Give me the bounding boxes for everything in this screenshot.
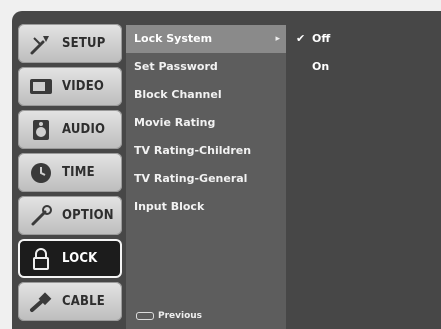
lock-padlock-icon — [28, 246, 54, 272]
submenu-item-label: Lock System — [134, 32, 213, 45]
tab-rail: SETUP VIDEO AUDIO TIME OPTION LOCK CABLE — [18, 24, 122, 325]
submenu-item-label: Movie Rating — [134, 116, 216, 129]
tab-setup[interactable]: SETUP — [18, 24, 122, 63]
submenu-item-label: TV Rating-General — [134, 172, 248, 185]
tab-label: CABLE — [62, 294, 105, 309]
submenu-item-lock-system[interactable]: Lock System ▸ — [126, 25, 286, 53]
tab-lock[interactable]: LOCK — [18, 239, 122, 278]
menu-panel: SETUP VIDEO AUDIO TIME OPTION LOCK CABLE… — [12, 11, 441, 329]
tab-option[interactable]: OPTION — [18, 196, 122, 235]
video-tv-icon — [28, 74, 54, 100]
option-tool-icon — [28, 203, 54, 229]
tab-cable[interactable]: CABLE — [18, 282, 122, 321]
lock-submenu: Lock System ▸ Set Password Block Channel… — [126, 25, 286, 329]
time-clock-icon — [28, 160, 54, 186]
arrow-right-icon: ▸ — [275, 34, 280, 44]
options-list: ✔ Off On — [288, 25, 441, 329]
submenu-item-label: Block Channel — [134, 88, 222, 101]
tab-label: TIME — [62, 165, 95, 180]
submenu-item-label: Input Block — [134, 200, 205, 213]
submenu-item-set-password[interactable]: Set Password — [126, 53, 286, 81]
option-off[interactable]: ✔ Off — [288, 25, 441, 53]
tab-label: OPTION — [62, 208, 114, 223]
tab-label: LOCK — [62, 251, 98, 266]
tab-time[interactable]: TIME — [18, 153, 122, 192]
previous-label: Previous — [158, 311, 203, 321]
submenu-item-input-block[interactable]: Input Block — [126, 193, 286, 221]
audio-speaker-icon — [28, 117, 54, 143]
tv-menu-screen: SETUP VIDEO AUDIO TIME OPTION LOCK CABLE… — [0, 0, 441, 329]
tab-audio[interactable]: AUDIO — [18, 110, 122, 149]
option-label: On — [312, 60, 330, 73]
tab-video[interactable]: VIDEO — [18, 67, 122, 106]
cable-icon — [28, 289, 54, 315]
setup-wrench-icon — [28, 31, 54, 57]
tab-label: SETUP — [62, 36, 106, 51]
submenu-item-tv-rating-children[interactable]: TV Rating-Children — [126, 137, 286, 165]
option-label: Off — [312, 32, 331, 45]
submenu-item-label: TV Rating-Children — [134, 144, 252, 157]
checkmark-icon: ✔ — [296, 32, 306, 45]
submenu-item-tv-rating-general[interactable]: TV Rating-General — [126, 165, 286, 193]
menu-button-icon — [136, 312, 154, 320]
submenu-item-label: Set Password — [134, 60, 218, 73]
submenu-item-block-channel[interactable]: Block Channel — [126, 81, 286, 109]
submenu-item-movie-rating[interactable]: Movie Rating — [126, 109, 286, 137]
tab-label: VIDEO — [62, 79, 105, 94]
tab-label: AUDIO — [62, 122, 106, 137]
previous-hint[interactable]: Previous — [136, 309, 202, 323]
option-on[interactable]: On — [288, 53, 441, 81]
